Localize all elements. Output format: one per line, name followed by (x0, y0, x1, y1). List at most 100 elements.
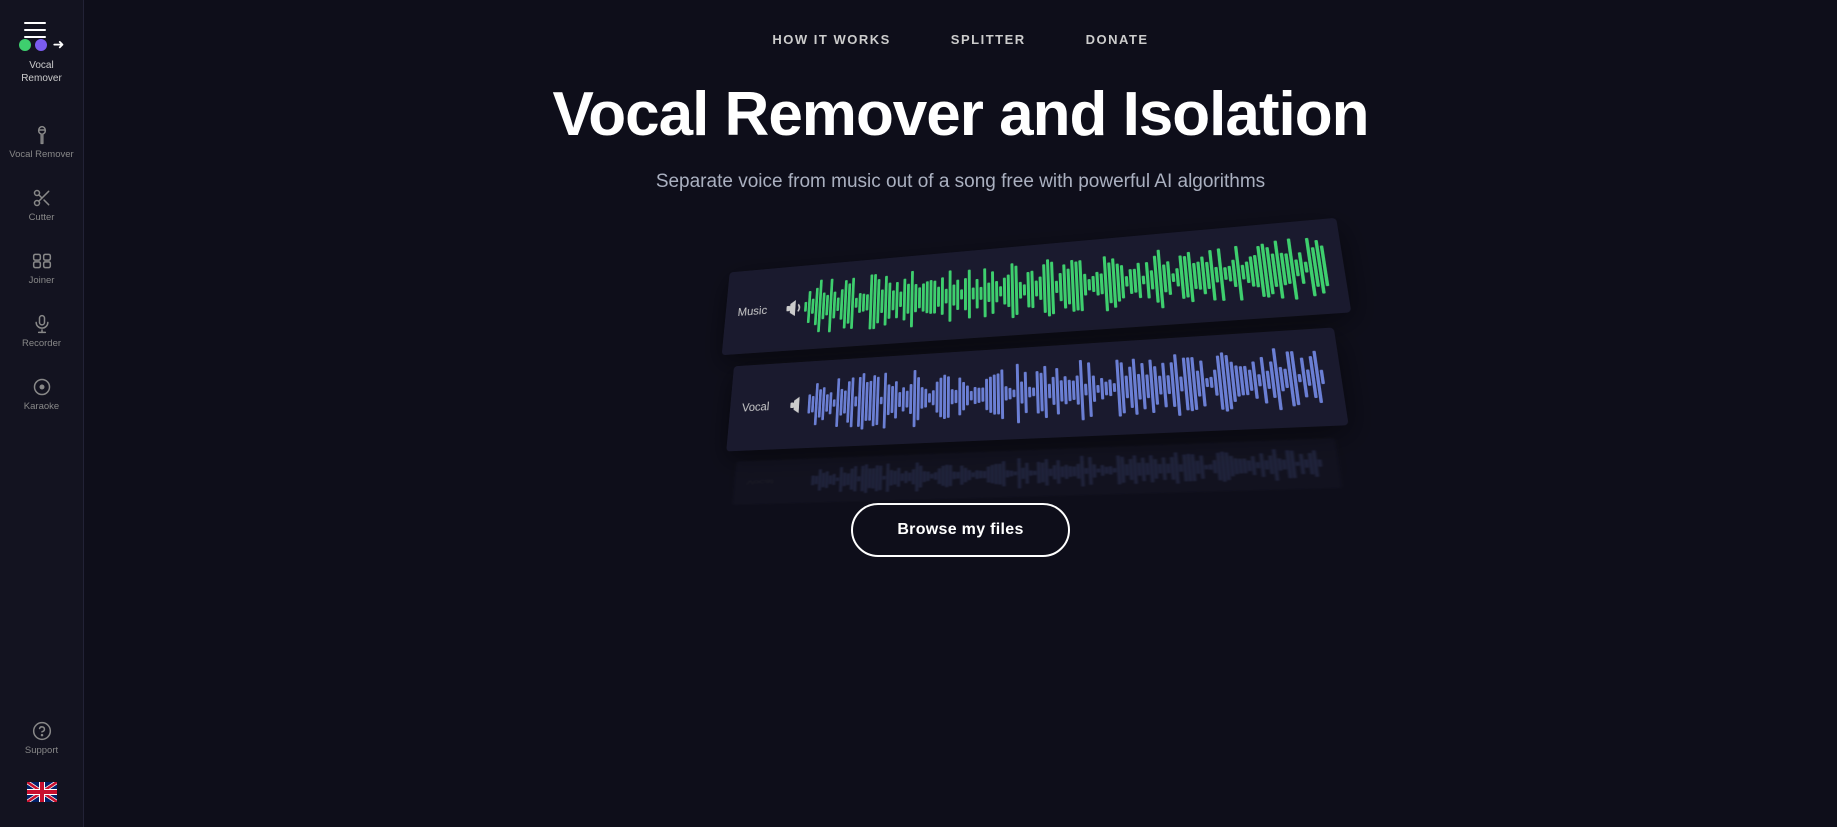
waveform-bar (865, 294, 868, 310)
sidebar-item-support[interactable]: Support (0, 709, 83, 768)
waveform-bar (1051, 377, 1055, 405)
sidebar-item-pitcher[interactable]: Vocal Remover (0, 113, 83, 172)
language-selector[interactable] (27, 772, 57, 817)
hero-title: Vocal Remover and Isolation (553, 81, 1369, 149)
waveform-bar (846, 473, 849, 485)
waveform-bar (1044, 459, 1048, 486)
logo-text: Vocal Remover (21, 59, 62, 85)
music-track-label: Music (737, 303, 768, 318)
hamburger-line-3 (24, 36, 46, 38)
sidebar-bottom: Support (0, 709, 83, 817)
waveform-bar (958, 377, 961, 415)
waveform-bar (1063, 376, 1067, 404)
waveform-bar (1036, 462, 1040, 484)
waveform-bar (943, 375, 946, 419)
waveform-bar (975, 471, 978, 480)
waveform-bar (1008, 388, 1011, 400)
hamburger-menu[interactable] (24, 22, 46, 38)
waveform-bar (1017, 459, 1021, 489)
waveform-bar (1035, 371, 1039, 414)
waveform-bar (909, 271, 913, 328)
waveform-bar (832, 291, 836, 318)
waveform-bar (899, 292, 902, 308)
waveform-bar (1021, 468, 1024, 479)
waveform-bar (937, 468, 940, 484)
waveform-bar (1099, 273, 1103, 294)
waveform-bar (804, 302, 807, 312)
waveform-bar (1112, 383, 1116, 392)
waveform-bar (1054, 281, 1058, 293)
waveform-bar (1247, 460, 1251, 471)
vocal-waveform-bars (806, 341, 1330, 436)
waveform-bar (882, 476, 885, 480)
sidebar-item-recorder[interactable]: Recorder (0, 302, 83, 361)
sidebar-item-karaoke[interactable]: Karaoke (0, 365, 83, 424)
browse-files-button[interactable]: Browse my files (851, 503, 1069, 557)
nav-donate[interactable]: DONATE (1086, 32, 1149, 47)
waveform-bar (860, 466, 864, 492)
waveform-bar (886, 384, 890, 415)
waveform-bar (1022, 284, 1025, 295)
waveform-bar (1029, 470, 1032, 475)
waveform-bar (1059, 380, 1063, 401)
waveform-bar (854, 396, 857, 406)
waveform-bar (1091, 276, 1095, 292)
waveform-bar (988, 376, 991, 412)
waveform-bar (934, 473, 937, 481)
waveform-bar (825, 472, 829, 489)
waveform-bar (917, 287, 920, 308)
waveform-bar (962, 382, 965, 411)
waveform-bar (1058, 273, 1062, 301)
waveform-bar (853, 466, 857, 491)
waveform-bar (964, 468, 967, 483)
waveform-bar (871, 468, 874, 488)
sidebar-item-joiner[interactable]: Joiner (0, 239, 83, 298)
waveform-bar (900, 474, 903, 482)
waveform-bar (1084, 468, 1087, 474)
waveform-bar (998, 464, 1001, 485)
waveform-bar (924, 388, 927, 407)
waveform-bar (1064, 465, 1068, 479)
waveform-bar (891, 290, 894, 310)
waveform-bar (949, 465, 952, 486)
waveform-bar (1088, 457, 1092, 485)
nav-splitter[interactable]: SPLITTER (951, 32, 1026, 47)
waveform-bar (1020, 382, 1023, 404)
waveform-bar (832, 399, 835, 406)
music-waveform-bars (802, 231, 1332, 338)
waveform-bar (1056, 460, 1060, 484)
waveform-bar (941, 466, 944, 486)
waveform-bar (1040, 463, 1044, 483)
waveform-bar (897, 468, 900, 487)
waveform-bar (1002, 278, 1005, 305)
waveform-bar (854, 298, 857, 308)
waveform-bar (893, 471, 896, 485)
waveform-bar (1015, 363, 1019, 423)
waveform-bar (1087, 279, 1091, 291)
waveform-bar (889, 470, 892, 486)
waveform-bar (1071, 380, 1075, 400)
sidebar-item-cutter[interactable]: Cutter (0, 176, 83, 235)
waveform-bar (1141, 276, 1145, 285)
waveform-bar (996, 374, 1000, 415)
waveform-bar (858, 293, 862, 313)
waveform-bar (1264, 461, 1268, 470)
nav-how-it-works[interactable]: HOW IT WORKS (772, 32, 890, 47)
waveform-bar (1108, 380, 1112, 397)
waveform-bar (1023, 372, 1027, 413)
waveform-bar (991, 271, 995, 314)
waveform-bar (1083, 274, 1087, 296)
waveform-bar (935, 382, 938, 413)
app-logo[interactable]: ➜ Vocal Remover (19, 36, 65, 85)
waveform-bar (971, 473, 974, 478)
waveform-bar (937, 286, 940, 306)
waveform-bar (825, 394, 829, 412)
sidebar-item-support-label: Support (25, 745, 58, 756)
waveform-bar (821, 473, 824, 488)
music-speaker-icon (782, 298, 803, 317)
waveform-bar (999, 286, 1002, 296)
waveform-bar (995, 281, 998, 303)
waveform-bar (940, 277, 943, 315)
waveform-bar (880, 289, 884, 313)
waveform-bar (1136, 263, 1142, 299)
